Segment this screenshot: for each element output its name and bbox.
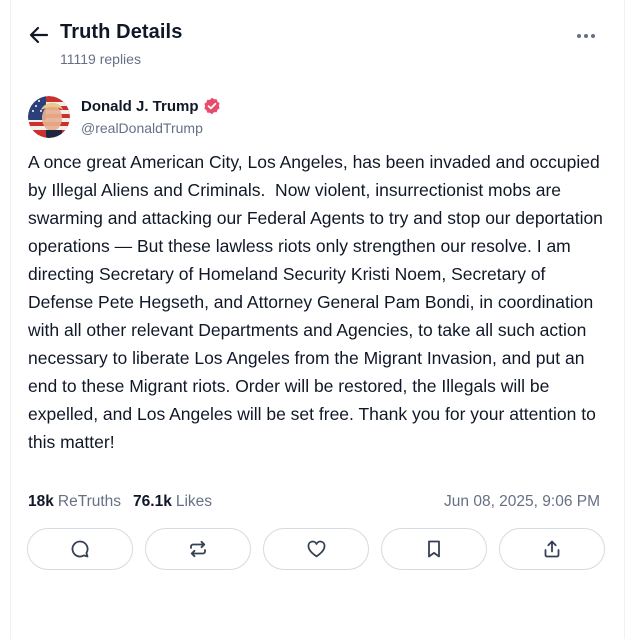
author-name[interactable]: Donald J. Trump bbox=[81, 98, 199, 115]
reply-icon bbox=[71, 540, 89, 558]
more-horizontal-icon bbox=[577, 34, 595, 38]
post-body-text: A once great American City, Los Angeles,… bbox=[28, 152, 608, 452]
post-stats: 18k ReTruths 76.1k Likes bbox=[28, 493, 212, 511]
back-button[interactable] bbox=[28, 24, 50, 46]
arrow-left-icon bbox=[29, 26, 49, 44]
likes-stat[interactable]: 76.1k Likes bbox=[133, 493, 212, 511]
retruths-stat[interactable]: 18k ReTruths bbox=[28, 493, 121, 511]
header: Truth Details 11119 replies bbox=[11, 0, 624, 80]
like-button[interactable] bbox=[263, 528, 369, 570]
likes-label: Likes bbox=[175, 493, 213, 510]
likes-count: 76.1k bbox=[133, 493, 172, 510]
post-timestamp: Jun 08, 2025, 9:06 PM bbox=[444, 493, 600, 510]
bookmark-button[interactable] bbox=[381, 528, 487, 570]
bookmark-icon bbox=[428, 540, 440, 558]
replies-count: 11119 replies bbox=[60, 51, 141, 67]
like-heart-icon bbox=[307, 540, 325, 558]
retruths-label: ReTruths bbox=[57, 493, 122, 510]
retruth-button[interactable] bbox=[145, 528, 251, 570]
reply-button[interactable] bbox=[27, 528, 133, 570]
retruth-icon bbox=[190, 540, 206, 558]
share-icon bbox=[544, 540, 560, 558]
page-title: Truth Details bbox=[60, 21, 183, 43]
truth-details-panel: Truth Details 11119 replies Donald J. Tr… bbox=[10, 0, 625, 639]
author-name-row: Donald J. Trump bbox=[81, 97, 221, 115]
author-handle[interactable]: @realDonaldTrump bbox=[81, 120, 203, 136]
verified-badge-icon bbox=[203, 97, 221, 115]
action-bar bbox=[27, 528, 605, 574]
avatar[interactable] bbox=[28, 96, 70, 138]
share-button[interactable] bbox=[499, 528, 605, 570]
retruths-count: 18k bbox=[28, 493, 54, 510]
more-options-button[interactable] bbox=[574, 26, 598, 46]
